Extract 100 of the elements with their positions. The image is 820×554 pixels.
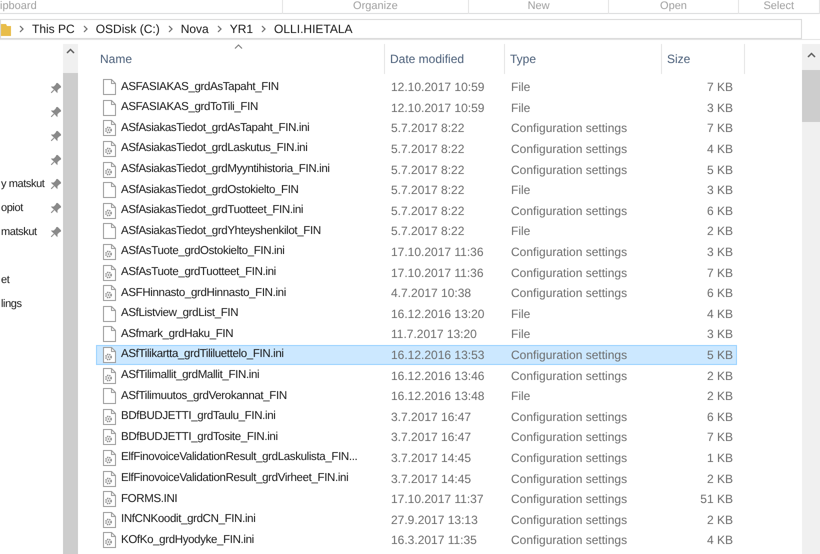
file-name: BDfBUDJETTI_grdTosite_FIN.ini xyxy=(121,430,278,445)
file-type: Configuration settings xyxy=(510,512,628,529)
settings-file-icon xyxy=(103,162,116,178)
breadcrumb-item[interactable]: This PC xyxy=(32,20,75,38)
chevron-icon[interactable] xyxy=(166,24,174,32)
file-icon xyxy=(103,100,116,116)
column-header[interactable]: Size xyxy=(662,44,745,74)
settings-file-icon xyxy=(103,450,116,466)
file-size: 5 KB xyxy=(706,162,734,179)
date-modified: 3.7.2017 16:47 xyxy=(390,408,472,426)
file-icon xyxy=(103,326,116,342)
date-modified: 17.10.2017 11:37 xyxy=(390,491,485,508)
file-type: Configuration settings xyxy=(510,162,628,179)
file-size: 6 KB xyxy=(706,285,734,302)
date-modified: 5.7.2017 8:22 xyxy=(390,202,466,220)
file-size: 5 KB xyxy=(706,347,734,364)
ribbon-group-label: Select xyxy=(763,0,794,14)
file-icon xyxy=(103,223,116,240)
file-name: ElfFinovoiceValidationResult_grdLaskulista_FIN... xyxy=(121,450,358,466)
column-header[interactable]: Type xyxy=(505,44,662,74)
file-type: File xyxy=(510,326,532,344)
file-type: Configuration settings xyxy=(510,285,628,302)
pin-icon[interactable] xyxy=(51,203,61,213)
chevron-icon[interactable] xyxy=(18,24,25,32)
file-name: FORMS.INI xyxy=(121,492,178,507)
file-type: File xyxy=(510,306,532,323)
ribbon-group-label: New xyxy=(528,0,550,14)
scrollbar-thumb[interactable] xyxy=(802,70,820,122)
settings-file-icon xyxy=(103,532,116,548)
breadcrumb-item[interactable]: Nova xyxy=(180,20,209,38)
scroll-up-icon[interactable] xyxy=(806,52,816,58)
date-modified: 16.12.2016 13:20 xyxy=(390,306,486,323)
date-modified: 3.7.2017 16:47 xyxy=(390,429,472,446)
file-name: ASfAsTuote_grdOstokielto_FIN.ini xyxy=(121,244,285,260)
file-icon xyxy=(103,388,116,404)
date-modified: 3.7.2017 14:45 xyxy=(390,470,472,488)
settings-file-icon xyxy=(103,491,116,508)
file-type: Configuration settings xyxy=(510,408,628,426)
file-type: Configuration settings xyxy=(510,368,628,385)
file-size: 4 KB xyxy=(706,141,734,158)
file-type: File xyxy=(510,182,532,200)
nav-item[interactable]: opiot xyxy=(0,200,23,216)
file-size: 2 KB xyxy=(706,470,734,488)
pin-icon[interactable] xyxy=(51,179,61,189)
breadcrumb-item[interactable]: OLLI.HIETALA xyxy=(274,20,353,38)
settings-file-icon xyxy=(103,429,116,446)
file-name: ASfAsiakasTiedot_grdLaskutus_FIN.ini xyxy=(121,141,308,156)
vertical-scrollbar[interactable] xyxy=(802,44,820,554)
file-size: 6 KB xyxy=(706,202,734,220)
file-name: ASFHinnasto_grdHinnasto_FIN.ini xyxy=(121,286,286,301)
pin-icon[interactable] xyxy=(51,131,61,141)
file-size: 2 KB xyxy=(706,388,734,406)
column-header[interactable]: Name xyxy=(96,44,385,74)
file-name: ASfAsiakasTiedot_grdOstokielto_FIN xyxy=(121,182,299,198)
file-name: ASfTilimallit_grdMallit_FIN.ini xyxy=(121,368,260,383)
file-type: File xyxy=(510,79,532,96)
folder-icon xyxy=(1,22,11,36)
settings-file-icon xyxy=(103,264,116,281)
date-modified: 16.12.2016 13:48 xyxy=(390,388,486,406)
date-modified: 16.12.2016 13:53 xyxy=(390,347,486,364)
file-icon xyxy=(103,79,116,96)
breadcrumb-item[interactable]: OSDisk (C:) xyxy=(96,20,160,38)
file-size: 2 KB xyxy=(706,368,734,385)
file-row[interactable]: ASfTilikartta_grdTililuettelo_FIN.ini 16.12.2016 13:53 Configuration settings 5 KB xyxy=(96,344,737,366)
file-name: INfCNKoodit_grdCN_FIN.ini xyxy=(121,512,256,528)
pin-icon[interactable] xyxy=(51,155,61,165)
file-name: ASfTilikartta_grdTililuettelo_FIN.ini xyxy=(121,347,284,362)
chevron-icon[interactable] xyxy=(260,24,268,32)
settings-file-icon xyxy=(103,244,116,260)
nav-item[interactable]: et xyxy=(0,272,10,288)
settings-file-icon xyxy=(103,347,116,364)
nav-item[interactable]: lings xyxy=(0,296,22,312)
file-name: ElfFinovoiceValidationResult_grdVirheet_FIN.ini xyxy=(121,470,348,486)
breadcrumb-item[interactable]: YR1 xyxy=(230,20,254,38)
nav-item[interactable]: matskut xyxy=(0,224,37,240)
file-size: 7 KB xyxy=(706,79,734,96)
file-name: ASfTilimuutos_grdVerokannat_FIN xyxy=(121,388,287,404)
file-type: Configuration settings xyxy=(510,491,628,508)
date-modified: 12.10.2017 10:59 xyxy=(390,79,486,96)
chevron-icon[interactable] xyxy=(216,24,223,32)
chevron-icon[interactable] xyxy=(82,24,89,32)
date-modified: 5.7.2017 8:22 xyxy=(390,120,466,138)
file-size: 3 KB xyxy=(706,182,734,200)
pin-icon[interactable] xyxy=(51,83,61,93)
scroll-up-icon[interactable] xyxy=(66,48,75,54)
file-size: 51 KB xyxy=(699,491,734,508)
date-modified: 5.7.2017 8:22 xyxy=(390,223,466,240)
ribbon-group-label: Open xyxy=(660,0,687,14)
settings-file-icon xyxy=(103,120,116,136)
pin-icon[interactable] xyxy=(51,107,61,117)
file-name: ASFASIAKAS_grdToTili_FIN xyxy=(121,100,258,116)
date-modified: 17.10.2017 11:36 xyxy=(390,264,485,282)
file-name: KOfKo_grdHyodyke_FIN.ini xyxy=(121,532,254,548)
date-modified: 17.10.2017 11:36 xyxy=(390,244,485,262)
date-modified: 5.7.2017 8:22 xyxy=(390,141,466,158)
file-size: 1 KB xyxy=(706,450,734,467)
nav-item[interactable]: y matskut xyxy=(0,176,44,192)
column-header[interactable]: Date modified xyxy=(385,44,505,74)
pin-icon[interactable] xyxy=(51,227,61,237)
settings-file-icon xyxy=(103,512,116,528)
